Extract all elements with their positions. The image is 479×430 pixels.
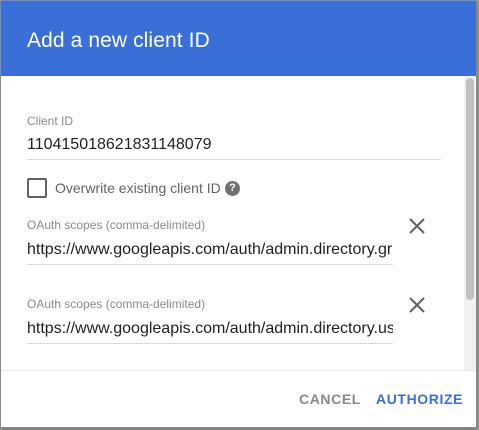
client-id-underline: [27, 159, 441, 160]
dialog-footer: CANCEL AUTHORIZE: [1, 370, 476, 427]
close-icon[interactable]: [407, 295, 427, 315]
dialog-title: Add a new client ID: [27, 29, 210, 52]
overwrite-checkbox[interactable]: [27, 178, 47, 198]
scrollbar[interactable]: [464, 76, 476, 370]
scope-label: OAuth scopes (comma-delimited): [27, 218, 206, 232]
dialog-header: Add a new client ID: [1, 1, 476, 76]
scope-underline-2: [27, 343, 393, 344]
scope-label: OAuth scopes (comma-delimited): [27, 297, 206, 311]
scrollbar-thumb[interactable]: [466, 78, 474, 300]
close-icon[interactable]: [407, 216, 427, 236]
client-id-input[interactable]: 110415018621831148079: [27, 136, 441, 154]
dialog-body: Client ID 110415018621831148079 Overwrit…: [1, 76, 476, 370]
help-icon[interactable]: ?: [225, 181, 240, 196]
client-id-label: Client ID: [27, 114, 74, 128]
scope-input-1[interactable]: https://www.googleapis.com/auth/admin.di…: [27, 241, 393, 259]
overwrite-label: Overwrite existing client ID: [55, 180, 221, 196]
add-client-id-dialog: Add a new client ID Client ID 1104150186…: [0, 0, 477, 428]
authorize-button[interactable]: AUTHORIZE: [376, 391, 463, 407]
scope-underline-1: [27, 264, 393, 265]
scope-input-2[interactable]: https://www.googleapis.com/auth/admin.di…: [27, 320, 393, 338]
cancel-button[interactable]: CANCEL: [299, 391, 361, 407]
overwrite-row[interactable]: Overwrite existing client ID ?: [27, 178, 267, 200]
